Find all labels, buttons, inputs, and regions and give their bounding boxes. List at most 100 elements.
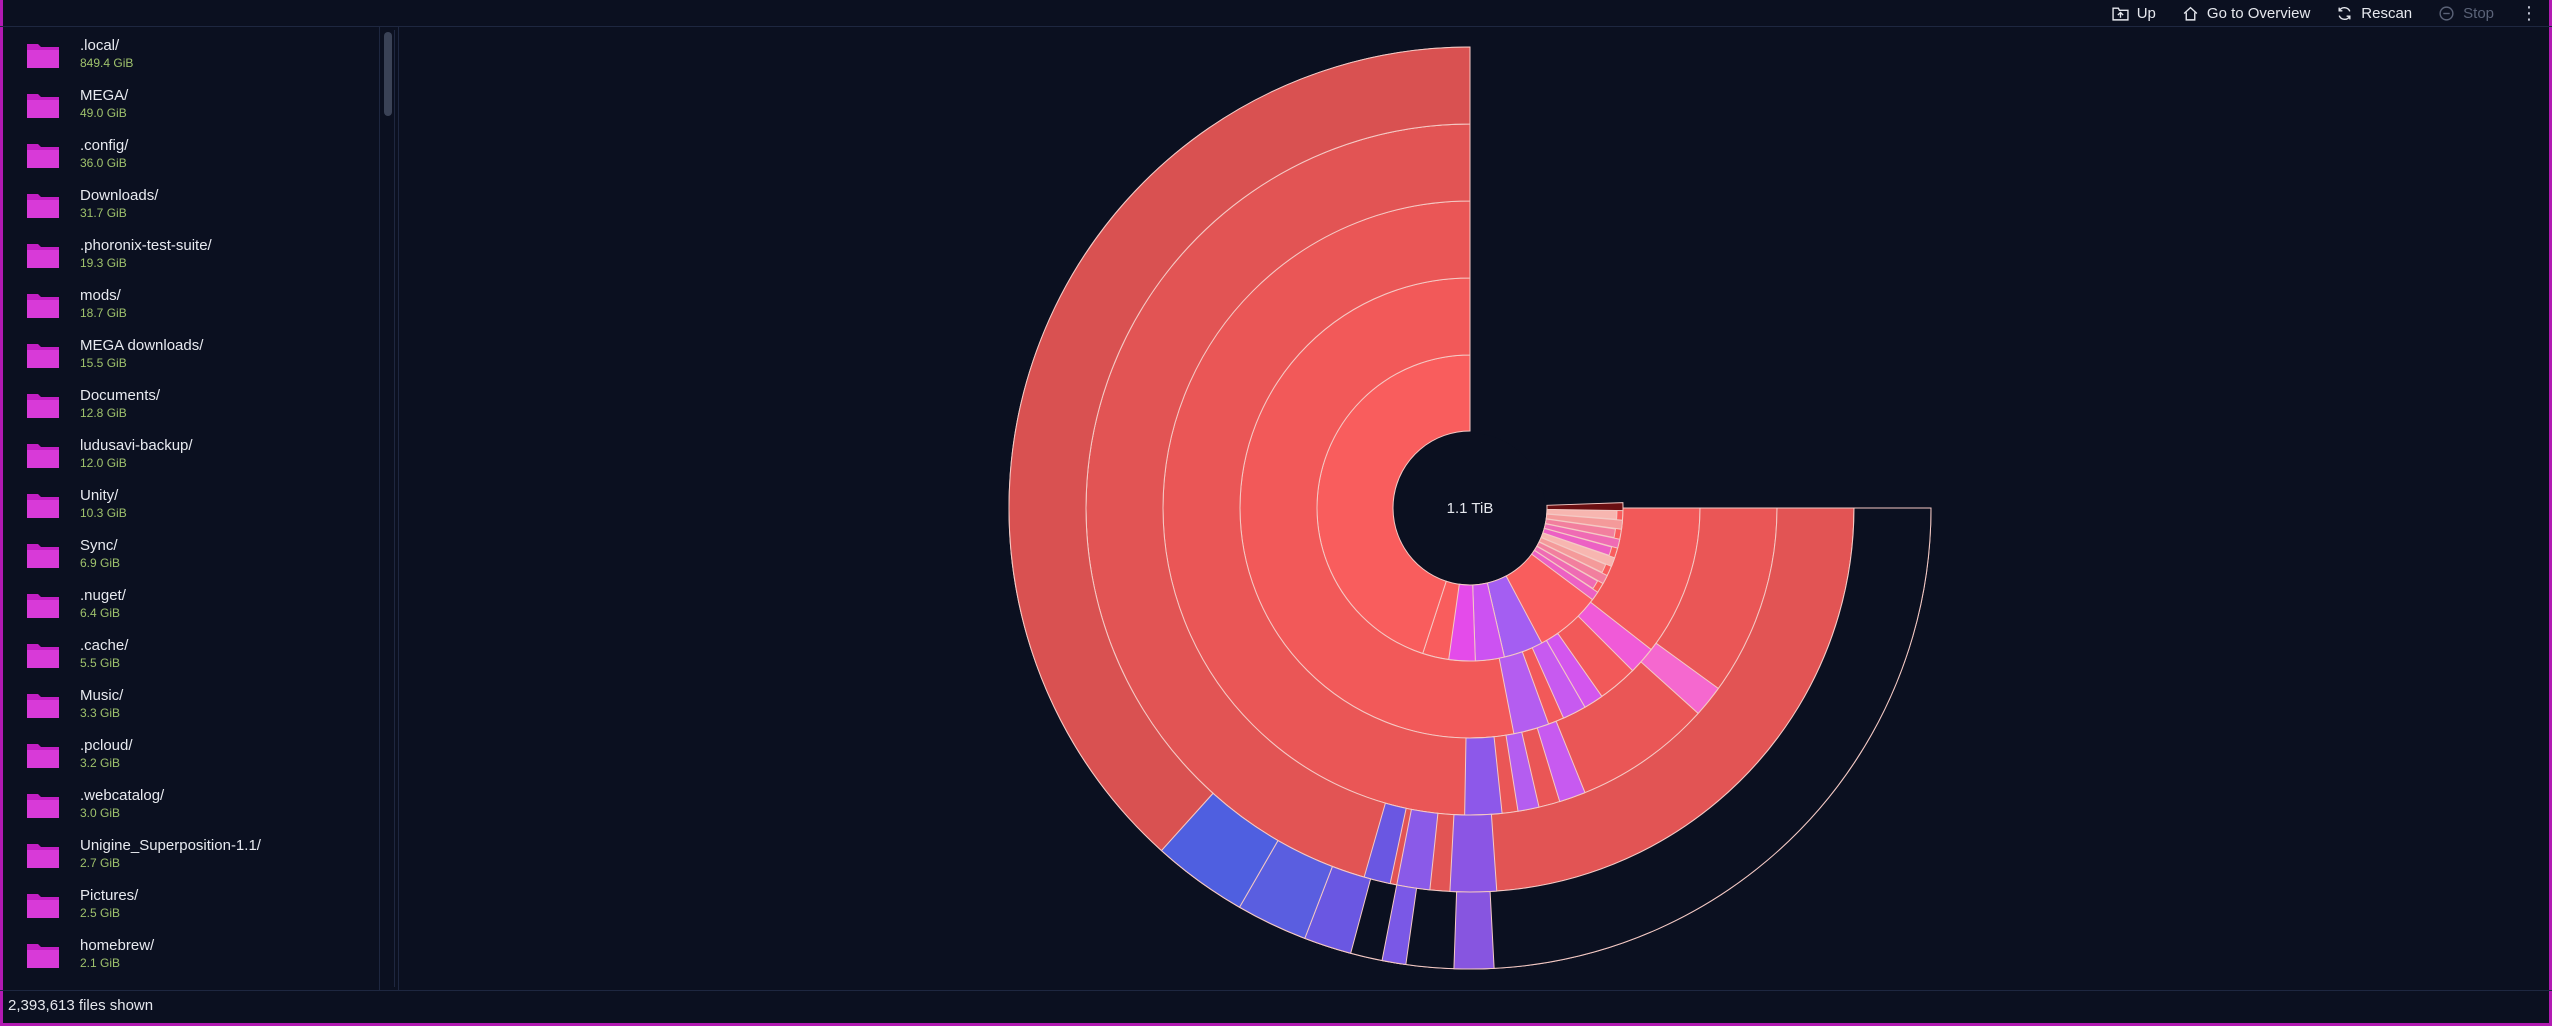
folder-icon xyxy=(27,594,59,618)
folder-size: 3.3 GiB xyxy=(80,706,121,720)
folder-size: 849.4 GiB xyxy=(80,56,134,70)
folder-name: Music/ xyxy=(80,687,124,704)
folder-icon xyxy=(27,794,59,818)
folder-size: 5.5 GiB xyxy=(80,656,121,670)
stop-button[interactable]: Stop xyxy=(2438,5,2494,22)
folder-list-item[interactable]: .pcloud/3.2 GiB xyxy=(0,731,372,781)
files-shown-count: 2,393,613 files shown xyxy=(8,997,154,1014)
folder-name: .local/ xyxy=(80,37,120,54)
folder-size: 15.5 GiB xyxy=(80,356,127,370)
folder-name: mods/ xyxy=(80,287,121,304)
folder-list-item[interactable]: MEGA downloads/15.5 GiB xyxy=(0,331,372,381)
folder-name: .webcatalog/ xyxy=(80,787,165,804)
folder-name: MEGA downloads/ xyxy=(80,337,204,354)
folder-size: 12.0 GiB xyxy=(80,456,127,470)
folder-name: homebrew/ xyxy=(80,937,155,954)
folder-list-item[interactable]: .local/849.4 GiB xyxy=(0,31,372,81)
folder-size: 31.7 GiB xyxy=(80,206,127,220)
folder-list-item[interactable]: Sync/6.9 GiB xyxy=(0,531,372,581)
sunburst-segment[interactable] xyxy=(1449,813,1498,893)
folder-icon xyxy=(27,644,59,668)
folder-size: 36.0 GiB xyxy=(80,156,127,170)
status-bar: 2,393,613 files shown xyxy=(0,990,2552,1023)
folder-list-item[interactable]: MEGA/49.0 GiB xyxy=(0,81,372,131)
folder-icon xyxy=(27,244,59,268)
folder-list-item[interactable]: .phoronix-test-suite/19.3 GiB xyxy=(0,231,372,281)
folder-list-item[interactable]: .config/36.0 GiB xyxy=(0,131,372,181)
folder-icon xyxy=(27,844,59,868)
folder-name: ludusavi-backup/ xyxy=(80,437,193,454)
folder-list-item[interactable]: .cache/5.5 GiB xyxy=(0,631,372,681)
kebab-menu-icon[interactable]: ⋮ xyxy=(2520,3,2538,24)
folder-name: .config/ xyxy=(80,137,129,154)
folder-icon xyxy=(27,294,59,318)
up-label: Up xyxy=(2136,4,2156,22)
folder-name: .pcloud/ xyxy=(80,737,133,754)
folder-list-item[interactable]: mods/18.7 GiB xyxy=(0,281,372,331)
folder-name: Sync/ xyxy=(80,537,118,554)
folder-list-item[interactable]: Unigine_Superposition-1.1/2.7 GiB xyxy=(0,831,372,881)
folder-size: 3.0 GiB xyxy=(80,806,121,820)
folder-icon xyxy=(27,144,59,168)
folder-size: 10.3 GiB xyxy=(80,506,127,520)
folder-list-item[interactable]: Music/3.3 GiB xyxy=(0,681,372,731)
up-button[interactable]: Up xyxy=(2112,5,2156,22)
scrollbar-track[interactable] xyxy=(382,30,395,987)
stop-label: Stop xyxy=(2463,4,2494,22)
folder-icon xyxy=(27,744,59,768)
folder-name: Downloads/ xyxy=(80,187,159,204)
folder-list-item[interactable]: homebrew/2.1 GiB xyxy=(0,931,372,981)
go-to-overview-button[interactable]: Go to Overview xyxy=(2182,5,2310,22)
sunburst-segment[interactable] xyxy=(1453,890,1495,970)
sunburst-chart[interactable]: 1.1 TiB xyxy=(400,28,2540,990)
folder-list-item[interactable]: Pictures/2.5 GiB xyxy=(0,881,372,931)
folder-name: .cache/ xyxy=(80,637,129,654)
folder-name: MEGA/ xyxy=(80,87,129,104)
folder-icon xyxy=(27,894,59,918)
folder-size: 19.3 GiB xyxy=(80,256,127,270)
folder-size: 18.7 GiB xyxy=(80,306,127,320)
sunburst-svg[interactable]: 1.1 TiB xyxy=(400,28,2540,990)
total-size-label: 1.1 TiB xyxy=(1447,500,1494,517)
folder-icon xyxy=(27,394,59,418)
toolbar: Up Go to Overview Rescan Stop ⋮ xyxy=(0,0,2552,27)
folder-list[interactable]: .local/849.4 GiB MEGA/49.0 GiB .config/36.… xyxy=(0,27,380,990)
folder-icon xyxy=(27,944,59,968)
sunburst-segment[interactable] xyxy=(1546,502,1624,512)
home-icon xyxy=(2183,6,2198,21)
folder-icon xyxy=(27,44,59,68)
scrollbar-handle[interactable] xyxy=(384,32,392,116)
folder-list-item[interactable]: .nuget/6.4 GiB xyxy=(0,581,372,631)
folder-size: 6.9 GiB xyxy=(80,556,121,570)
folder-name: Pictures/ xyxy=(80,887,139,904)
folder-list-item[interactable]: Unity/10.3 GiB xyxy=(0,481,372,531)
folder-icon xyxy=(27,694,59,718)
rescan-label: Rescan xyxy=(2361,4,2413,22)
stop-icon xyxy=(2439,5,2454,21)
folder-list-item[interactable]: Downloads/31.7 GiB xyxy=(0,181,372,231)
folder-icon xyxy=(27,194,59,218)
folder-name: .nuget/ xyxy=(80,587,126,604)
folder-name: .phoronix-test-suite/ xyxy=(80,237,212,254)
folder-name: Documents/ xyxy=(80,387,161,404)
panel-divider[interactable] xyxy=(398,27,399,990)
folder-icon xyxy=(27,544,59,568)
folder-size: 49.0 GiB xyxy=(80,106,127,120)
folder-size: 12.8 GiB xyxy=(80,406,127,420)
overview-label: Go to Overview xyxy=(2206,4,2311,22)
folder-name: Unigine_Superposition-1.1/ xyxy=(80,837,261,854)
folder-list-item[interactable]: .webcatalog/3.0 GiB xyxy=(0,781,372,831)
rescan-button[interactable]: Rescan xyxy=(2336,5,2412,22)
folder-size: 3.2 GiB xyxy=(80,756,121,770)
folder-size: 2.1 GiB xyxy=(80,956,121,970)
folder-icon xyxy=(27,444,59,468)
folder-list-item[interactable]: ludusavi-backup/12.0 GiB xyxy=(0,431,372,481)
folder-size: 2.7 GiB xyxy=(80,856,121,870)
folder-icon xyxy=(27,344,59,368)
folder-size: 2.5 GiB xyxy=(80,906,121,920)
folder-icon xyxy=(27,94,59,118)
folder-icon xyxy=(27,494,59,518)
refresh-icon xyxy=(2338,6,2351,20)
folder-list-item[interactable]: Documents/12.8 GiB xyxy=(0,381,372,431)
folder-name: Unity/ xyxy=(80,487,119,504)
